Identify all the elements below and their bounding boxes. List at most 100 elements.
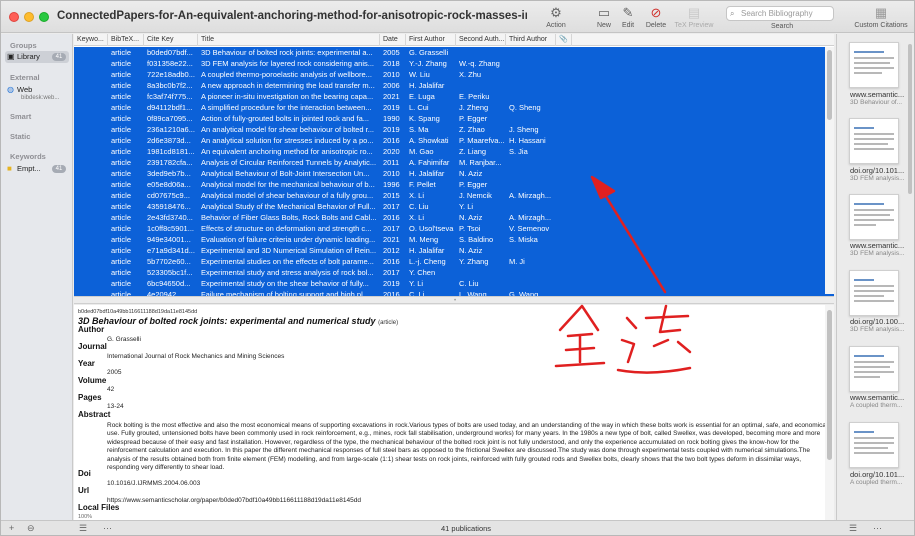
tex-preview-button[interactable]: ▤ TeX Preview [669,4,719,29]
table-row[interactable]: article 2391782cfa... Analysis of Circular… [74,157,834,168]
cell-cite-key: 523305bc1f... [147,268,193,277]
cell-keywords [74,47,108,58]
cell-keywords [74,69,108,80]
thumb-line-icon [854,431,874,433]
sidebar-item-library[interactable]: ▣ Library 41 [5,51,69,63]
cell-first-author: A. Fahimifar [409,158,450,167]
column-header-keywords[interactable]: Keywo... [74,34,108,46]
detail-scrollbar[interactable] [825,305,834,520]
table-row[interactable]: article 5b7702e60... Experimental studies … [74,256,834,267]
table-row[interactable]: article 4e20942... Failure mechanism of bo… [74,289,834,296]
column-header-third-author[interactable]: Third Author [506,34,556,46]
file-thumbnail[interactable] [849,42,899,88]
thumb-line-icon [854,452,894,454]
file-name: www.semantic... [850,90,905,99]
column-header-date[interactable]: Date [380,34,406,46]
cell-bibtex-type: article [111,290,132,296]
cell-keywords [74,267,108,278]
list-view-icon[interactable]: ☰ [79,523,87,534]
table-row[interactable]: article 236a1210a6... An analytical model … [74,124,834,135]
preview-scrollbar[interactable] [907,36,913,516]
cell-cite-key: 2391782cfa... [147,158,193,167]
preview-scroll-thumb[interactable] [908,44,912,194]
cell-third-author: J. Sheng [509,125,539,134]
url-value[interactable]: https://www.semanticscholar.org/paper/b0… [107,497,361,504]
file-thumbnail[interactable] [849,194,899,240]
cell-second-author: X. Zhu [459,70,482,79]
cell-date: 2020 [383,147,400,156]
cell-date: 2017 [383,202,400,211]
detail-scroll-thumb[interactable] [827,310,832,460]
minimize-window-button[interactable] [24,12,34,22]
table-row[interactable]: article cd07675c9... Analytical model of s… [74,190,834,201]
table-row[interactable]: article fc3af74f775... A pioneer in-situ i… [74,91,834,102]
column-header-first-author[interactable]: First Author [406,34,456,46]
file-thumbnail[interactable] [849,422,899,468]
column-header-bibtex-type[interactable]: BibTeX... [108,34,144,46]
table-row[interactable]: article 523305bc1f... Experimental study a… [74,267,834,278]
action-button[interactable]: ⚙ Action [541,4,571,29]
remove-group-icon[interactable]: ⊖ [27,523,35,534]
table-row[interactable]: article 6bc94650d... Experimental study on… [74,278,834,289]
cell-first-author: H. Jalalifar [409,169,445,178]
custom-citations-button[interactable]: ▦ Custom Citations [851,4,911,29]
cell-third-author: G. Wang [509,290,539,296]
web-sub-label: bibdesk:web... [21,95,60,101]
cell-third-author [506,245,556,256]
split-grip-icon: • [454,298,457,304]
column-header-second-author[interactable]: Second Auth... [456,34,506,46]
preview-options-icon[interactable]: ⋯ [873,523,882,534]
library-count-badge: 41 [52,53,66,61]
table-scroll-thumb[interactable] [827,50,832,120]
new-label: New [596,22,611,29]
file-sub: 3D FEM analysis... [850,326,905,333]
cell-second-author: J. Zheng [459,103,489,112]
split-divider[interactable]: • [74,296,834,304]
volume-label: Volume [78,376,107,385]
library-icon: ▣ [7,52,15,61]
thumb-line-icon [854,447,888,449]
column-header-title[interactable]: Title [198,34,380,46]
table-row[interactable]: article e05e8d06a... Analytical model for … [74,179,834,190]
thumb-line-icon [854,148,894,150]
doi-value[interactable]: 10.1016/J.IJRMMS.2004.06.003 [107,480,200,487]
file-thumbnail[interactable] [849,118,899,164]
file-thumbnail[interactable] [849,346,899,392]
table-scrollbar[interactable] [825,47,834,294]
preview-view-icon[interactable]: ☰ [849,523,857,534]
close-window-button[interactable] [9,12,19,22]
more-options-icon[interactable]: ⋯ [103,523,112,534]
zoom-window-button[interactable] [39,12,49,22]
cell-first-author: Y. Li [409,279,424,288]
column-header-attachment[interactable]: 📎 [556,34,572,46]
table-row[interactable]: article 2d6e3873d... An analytical solutio… [74,135,834,146]
thumb-line-icon [854,143,888,145]
table-row[interactable]: article f031358e22... 3D FEM analysis for … [74,58,834,69]
cell-cite-key: b0ded07bdf... [147,48,193,57]
table-row[interactable]: article d94112bdf1... A simplified procedu… [74,102,834,113]
search-input[interactable]: ⌕ Search Bibliography [726,6,834,21]
table-row[interactable]: article 0f89ca7095... Action of fully-grou… [74,113,834,124]
file-thumbnail[interactable] [849,270,899,316]
table-row[interactable]: article b0ded07bdf... 3D Behaviour of bolt… [74,47,834,58]
table-row[interactable]: article e71a9d341d... Experimental and 3D … [74,245,834,256]
delete-button[interactable]: ⊘ Delete [639,4,673,29]
table-row[interactable]: article 8a3bc0b7f2... A new approach in de… [74,80,834,91]
table-row[interactable]: article 1c0ff8c5901... Effects of structur… [74,223,834,234]
delete-icon: ⊘ [650,5,662,20]
table-row[interactable]: article 435918476... Analytical Study of t… [74,201,834,212]
table-row[interactable]: article 2e43fd3740... Behavior of Fiber Gl… [74,212,834,223]
table-row[interactable]: article 1981cd8181... An equivalent anchor… [74,146,834,157]
cell-second-author: P. Egger [459,114,488,123]
table-row[interactable]: article 949e34001... Evaluation of failure… [74,234,834,245]
table-row[interactable]: article 722e18adb0... A coupled thermo-por… [74,69,834,80]
action-label: Action [546,22,566,29]
cell-third-author [506,168,556,179]
sidebar-item-empty-keyword[interactable]: ■ Empt... 41 [5,163,69,175]
cell-date: 2017 [383,224,400,233]
cell-third-author: A. Mirzagh... [509,213,552,222]
add-group-icon[interactable]: + [9,523,14,533]
cell-bibtex-type: article [111,59,132,68]
column-header-cite-key[interactable]: Cite Key [144,34,198,46]
table-row[interactable]: article 3ded9eb7b... Analytical Behaviour … [74,168,834,179]
